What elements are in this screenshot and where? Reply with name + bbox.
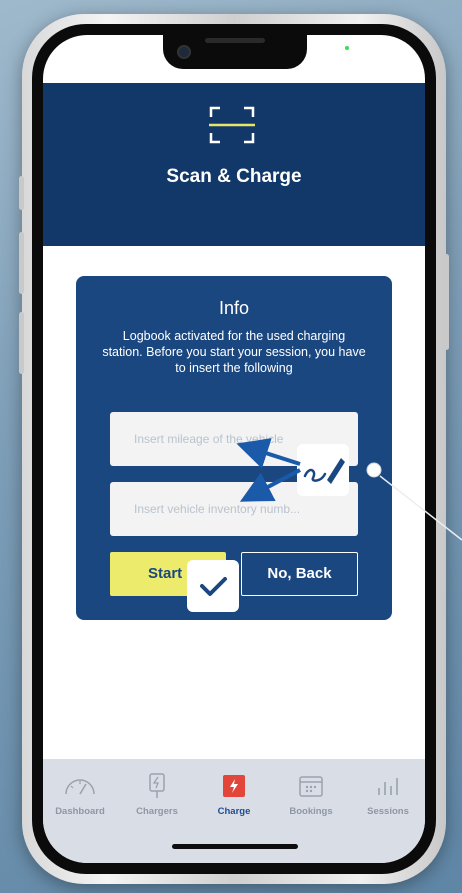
speedometer-icon [65, 779, 95, 795]
checkmark-icon [200, 577, 227, 596]
signature-pen-icon [303, 458, 345, 484]
home-indicator[interactable] [172, 844, 298, 849]
power-button [444, 254, 449, 350]
tab-sessions[interactable]: Sessions [353, 773, 423, 817]
notch [163, 35, 307, 69]
speaker-grille [205, 38, 265, 43]
calendar-icon [299, 776, 323, 797]
bar-chart-icon [378, 778, 398, 795]
phone-bezel: Scan & Charge Info Logbook activated for… [32, 24, 436, 874]
phone-frame: Scan & Charge Info Logbook activated for… [19, 14, 449, 884]
scan-icon[interactable] [209, 105, 255, 145]
app-header: Scan & Charge [43, 83, 425, 246]
charger-icon [149, 773, 165, 798]
tab-dashboard[interactable]: Dashboard [45, 773, 115, 817]
tab-label: Dashboard [55, 806, 105, 817]
check-badge [187, 560, 239, 612]
tab-bookings[interactable]: Bookings [276, 773, 346, 817]
tab-label: Chargers [136, 806, 178, 817]
tab-label: Sessions [367, 806, 409, 817]
tab-label: Bookings [289, 806, 333, 817]
tab-chargers[interactable]: Chargers [122, 773, 192, 817]
back-button[interactable]: No, Back [241, 552, 358, 596]
volume-down-button [19, 312, 24, 374]
tab-label: Charge [217, 806, 251, 817]
tab-charge[interactable]: Charge [199, 773, 269, 817]
page-title: Scan & Charge [166, 166, 302, 187]
volume-up-button [19, 232, 24, 294]
info-title: Info [218, 298, 250, 318]
info-message: Logbook activated for the used charging … [102, 329, 366, 375]
app-screen: Scan & Charge Info Logbook activated for… [43, 35, 425, 863]
camera-indicator [345, 46, 349, 50]
front-camera-icon [177, 45, 191, 59]
silent-switch [19, 176, 24, 210]
lightning-icon [223, 775, 245, 797]
bottom-tab-bar: Dashboard Chargers Charge Bookings Sessi… [43, 759, 425, 863]
edit-badge [297, 444, 349, 496]
